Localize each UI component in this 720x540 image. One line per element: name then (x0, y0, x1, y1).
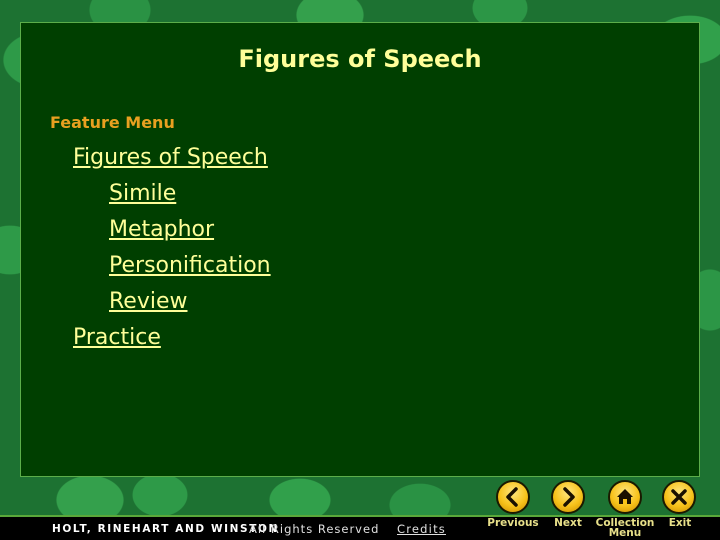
menu-link-simile[interactable]: Simile (109, 181, 176, 206)
rights-text: All Rights Reserved (249, 522, 380, 536)
home-icon (617, 489, 633, 504)
publisher-name: HOLT, RINEHART AND WINSTON (52, 523, 279, 535)
menu-link-review[interactable]: Review (109, 289, 188, 314)
content-panel: Figures of Speech Feature Menu Figures o… (20, 22, 700, 477)
menu-link-metaphor[interactable]: Metaphor (109, 217, 214, 242)
menu-link-practice[interactable]: Practice (73, 325, 161, 350)
close-icon (671, 489, 687, 505)
chevron-left-icon (506, 487, 518, 507)
next-button[interactable] (551, 480, 585, 514)
credits-link[interactable]: Credits (397, 522, 446, 536)
exit-label[interactable]: Exit (645, 518, 715, 529)
collection-label-line2: Menu (608, 527, 642, 539)
collection-menu-button[interactable] (608, 480, 642, 514)
menu-link-personification[interactable]: Personification (109, 253, 271, 278)
slide-title: Figures of Speech (238, 45, 482, 73)
chevron-right-icon (563, 487, 575, 507)
feature-menu-label: Feature Menu (50, 113, 175, 132)
exit-button[interactable] (662, 480, 696, 514)
previous-button[interactable] (496, 480, 530, 514)
menu-link-figures-of-speech[interactable]: Figures of Speech (73, 145, 268, 170)
